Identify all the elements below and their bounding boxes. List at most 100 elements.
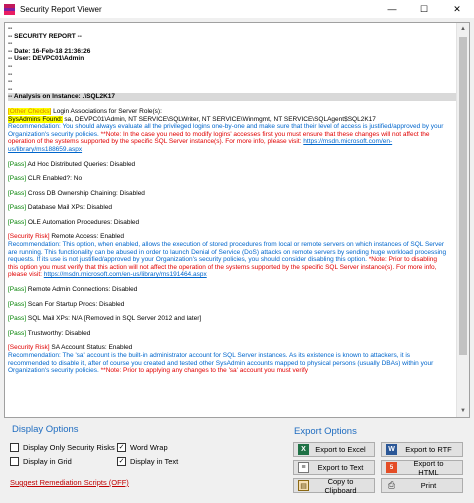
check-text: Remote Access: Enabled [49, 233, 124, 241]
button-label: Export to RTF [405, 445, 452, 454]
check-text: Database Mail XPs: Disabled [26, 204, 113, 212]
note-line: *Note: Prior to disabling [368, 256, 438, 264]
header-line: -- [8, 25, 13, 32]
recommendation-line: are running. This functionality can be a… [8, 248, 447, 256]
display-options-panel: Display Options [12, 424, 79, 435]
export-excel-button[interactable]: X Export to Excel [293, 442, 375, 457]
button-label: Export to Excel [315, 445, 366, 454]
display-only-security-risks-checkbox[interactable]: Display Only Security Risks [10, 443, 115, 452]
recommendation-line: recommended to disable it, after of cour… [8, 359, 434, 367]
header-line: -- [8, 62, 13, 70]
header-line: -- [8, 40, 13, 48]
checkbox-box[interactable] [10, 443, 19, 452]
check-text: SQL Mail XPs: N/A [Removed in SQL Server… [26, 315, 202, 323]
button-label: Export to HTML [413, 458, 444, 477]
display-options-title: Display Options [12, 424, 79, 435]
security-risk-tag: [Security Risk] [8, 344, 50, 352]
check-item: [Pass] Ad Hoc Distributed Queries: Disab… [8, 161, 456, 169]
other-checks-tag: [Other Checks] [8, 107, 52, 115]
display-in-grid-checkbox[interactable]: Display in Grid [10, 457, 72, 466]
window-title: Security Report Viewer [20, 4, 102, 14]
export-options-panel: Export Options [294, 426, 357, 437]
recommendation-line: Organization's security policies. [8, 130, 101, 138]
copy-to-clipboard-button[interactable]: ▤ Copy to Clipboard [293, 476, 375, 495]
close-button[interactable]: ✕ [440, 0, 474, 18]
checkbox-label: Display in Grid [23, 457, 72, 466]
pass-tag: [Pass] [8, 329, 27, 337]
pass-tag: [Pass] [8, 286, 27, 294]
recommendation-line: Organization's security policies. [8, 367, 101, 375]
security-risk-tag: [Security Risk] [8, 233, 50, 241]
export-text-button[interactable]: ≡ Export to Text [293, 460, 375, 475]
sysadmins-members: sa, DEVPC01\Admin, NT SERVICE\SQLWriter,… [62, 115, 376, 123]
remote-access-risk-block: [Security Risk] Remote Access: Enabled R… [8, 233, 456, 279]
recommendation-line: requests. If its use is not justified/ap… [8, 256, 369, 264]
report-header: -- -- SECURITY REPORT -- -- -- Date: 16-… [8, 25, 456, 93]
note-line: please visit: [8, 271, 44, 279]
pass-tag: [Pass] [8, 204, 27, 212]
header-line: -- [8, 70, 13, 78]
check-text: Ad Hoc Distributed Queries: Disabled [26, 160, 136, 168]
pass-tag: [Pass] [8, 300, 27, 308]
minimize-button[interactable]: — [376, 0, 408, 18]
app-logo-icon [4, 3, 15, 15]
button-label: Export to Text [317, 463, 364, 472]
scroll-up-icon[interactable]: ▲ [457, 23, 469, 35]
check-text: CLR Enabled?: No [26, 175, 83, 183]
note-line: **Note: In the case you need to modify l… [100, 130, 430, 138]
report-text-area[interactable]: -- -- SECURITY REPORT -- -- -- Date: 16-… [4, 22, 470, 418]
word-wrap-checkbox[interactable]: ✓ Word Wrap [117, 443, 168, 452]
check-item: [Pass] CLR Enabled?: No [8, 175, 456, 183]
check-item: [Pass] Remote Admin Connections: Disable… [8, 286, 456, 294]
checkbox-label: Display in Text [130, 457, 179, 466]
pass-tag: [Pass] [8, 315, 27, 323]
display-in-text-checkbox[interactable]: ✓ Display in Text [117, 457, 178, 466]
word-document-icon: W [386, 444, 397, 455]
header-line: -- [8, 78, 13, 86]
note-line: operation of the systems supported by th… [8, 138, 304, 146]
button-label: Print [420, 481, 437, 490]
check-item: [Pass] Trustworthy: Disabled [8, 330, 456, 338]
recommendation-line: Recommendation: This option, when enable… [8, 241, 445, 249]
check-text: Scan For Startup Procs: Disabled [26, 300, 125, 308]
scrollbar-thumb[interactable] [459, 37, 467, 355]
window-controls: — ☐ ✕ [376, 0, 474, 18]
maximize-button[interactable]: ☐ [408, 0, 440, 18]
check-item: [Pass] Database Mail XPs: Disabled [8, 204, 456, 212]
checkbox-box[interactable]: ✓ [117, 443, 126, 452]
suggest-remediation-scripts-link[interactable]: Suggest Remediation Scripts (OFF) [10, 478, 129, 487]
checkbox-box[interactable]: ✓ [117, 457, 126, 466]
sa-account-risk-block: [Security Risk] SA Account Status: Enabl… [8, 344, 456, 374]
vertical-scrollbar[interactable]: ▲ ▼ [456, 23, 469, 417]
export-options-title: Export Options [294, 426, 357, 437]
scroll-down-icon[interactable]: ▼ [457, 405, 469, 417]
msdn-link[interactable]: https://msdn.microsoft.com/en- [303, 138, 392, 145]
pass-tag: [Pass] [8, 160, 27, 168]
checkbox-label: Display Only Security Risks [23, 443, 115, 452]
text-file-icon: ≡ [298, 462, 309, 473]
pass-tag: [Pass] [8, 189, 27, 197]
msdn-link[interactable]: https://msdn.microsoft.com/en-us/library… [44, 271, 207, 278]
pass-tag: [Pass] [8, 218, 27, 226]
export-html-button[interactable]: 5 Export to HTML [381, 458, 463, 477]
checkbox-box[interactable] [10, 457, 19, 466]
note-line: this option you must verify that this ac… [8, 263, 437, 271]
check-text: Trustworthy: Disabled [26, 329, 91, 337]
check-item: [Pass] Scan For Startup Procs: Disabled [8, 301, 456, 309]
check-item: [Pass] Cross DB Ownership Chaining: Disa… [8, 190, 456, 198]
check-item: [Pass] OLE Automation Procedures: Disabl… [8, 219, 456, 227]
other-checks-block: [Other Checks] Login Associations for Se… [8, 107, 456, 154]
button-label: Copy to Clipboard [324, 476, 357, 495]
pass-tag: [Pass] [8, 175, 27, 183]
html-icon: 5 [386, 462, 397, 473]
print-button[interactable]: ⎙ Print [381, 478, 463, 493]
msdn-link[interactable]: us/library/ms188659.aspx [8, 146, 82, 153]
header-line: -- [8, 85, 13, 93]
checkbox-label: Word Wrap [130, 443, 168, 452]
analysis-instance-line: -- Analysis on Instance: .\SQL2K17 [8, 93, 456, 101]
check-item: [Pass] SQL Mail XPs: N/A [Removed in SQL… [8, 315, 456, 323]
export-rtf-button[interactable]: W Export to RTF [381, 442, 463, 457]
recommendation-line: Recommendation: You should always evalua… [8, 123, 444, 131]
header-line: -- SECURITY REPORT -- [8, 32, 82, 40]
check-text: Cross DB Ownership Chaining: Disabled [26, 189, 145, 197]
